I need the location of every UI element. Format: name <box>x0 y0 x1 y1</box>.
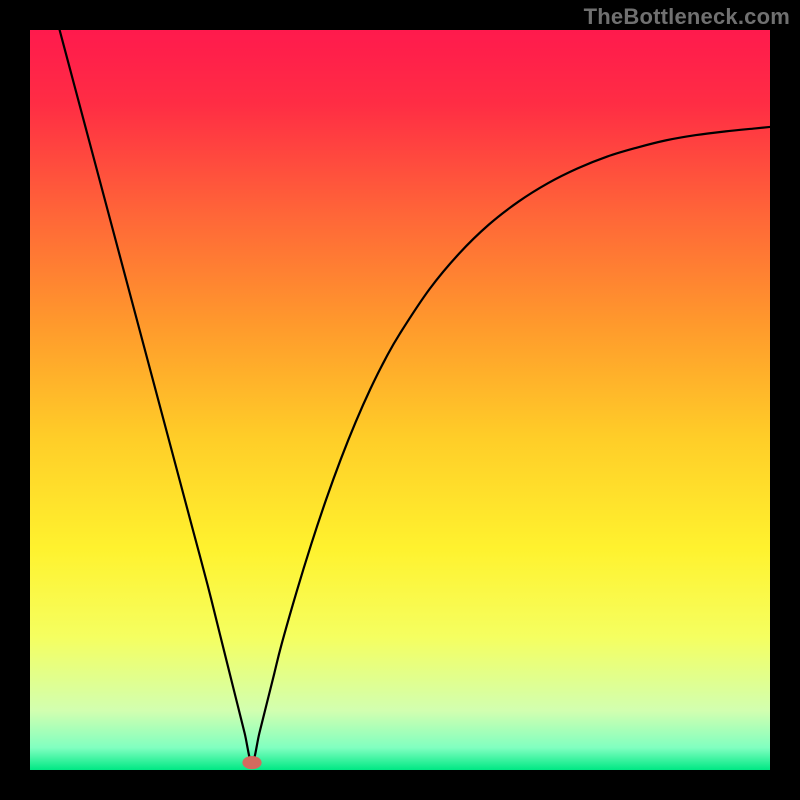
plot-area <box>30 30 770 770</box>
chart-svg <box>30 30 770 770</box>
optimum-marker <box>242 756 261 769</box>
watermark-text: TheBottleneck.com <box>584 4 790 30</box>
chart-frame: TheBottleneck.com <box>0 0 800 800</box>
